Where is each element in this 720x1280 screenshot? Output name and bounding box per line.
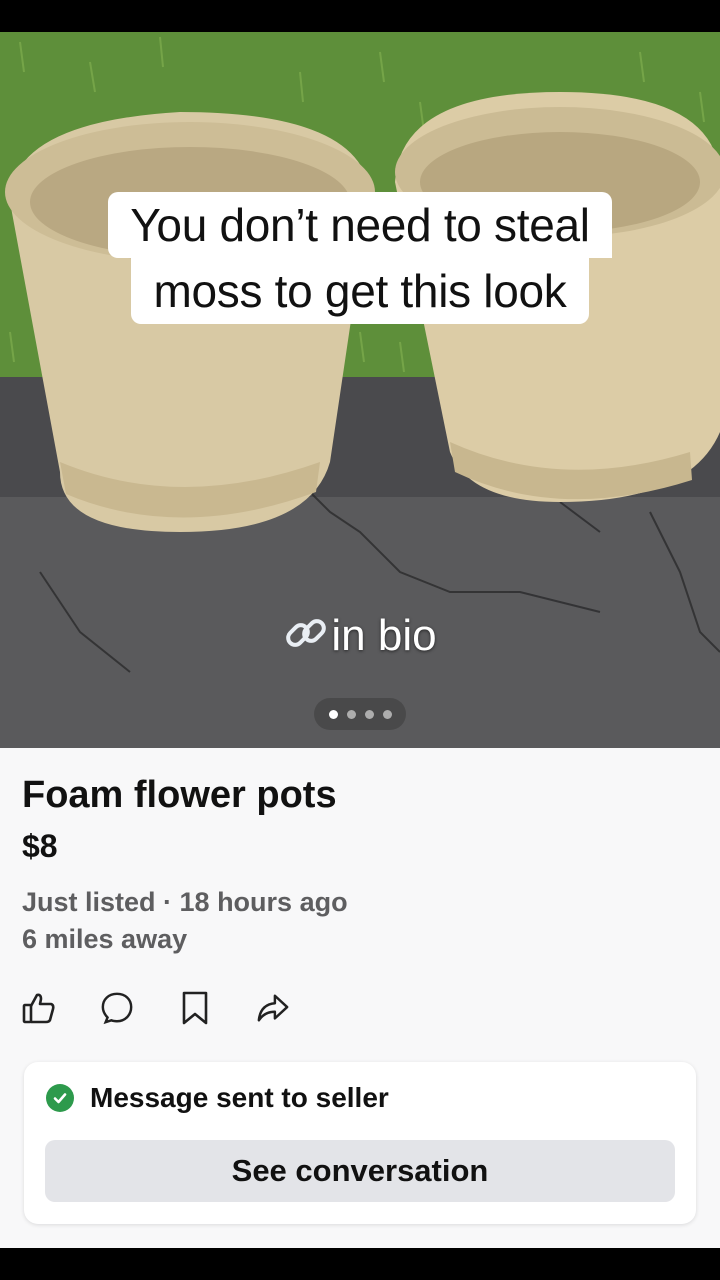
photo-caption: You don’t need to steal moss to get this…	[0, 192, 720, 324]
caption-line-1: You don’t need to steal	[108, 192, 612, 258]
message-status-text: Message sent to seller	[90, 1082, 389, 1113]
listed-time: Just listed · 18 hours ago	[22, 887, 348, 917]
bottom-bar	[0, 1248, 720, 1280]
action-row	[22, 990, 290, 1026]
status-bar	[0, 0, 720, 32]
bookmark-icon	[182, 991, 208, 1025]
message-sent-card: Message sent to seller See conversation	[24, 1062, 696, 1224]
like-icon	[22, 993, 55, 1024]
save-button[interactable]	[178, 990, 212, 1026]
comment-icon	[101, 992, 133, 1025]
distance: 6 miles away	[22, 924, 188, 954]
check-circle-icon	[46, 1084, 74, 1112]
share-button[interactable]	[256, 990, 290, 1026]
page-dot[interactable]	[382, 709, 392, 719]
page-dot[interactable]	[328, 709, 338, 719]
page-dot[interactable]	[346, 709, 356, 719]
photo-pagination[interactable]	[314, 698, 406, 730]
like-button[interactable]	[22, 990, 56, 1026]
see-conversation-button[interactable]: See conversation	[45, 1140, 675, 1202]
link-in-bio-text: in bio	[0, 610, 720, 667]
caption-line-2: moss to get this look	[131, 258, 589, 324]
page-dot[interactable]	[364, 709, 374, 719]
listing-price: $8	[22, 828, 58, 864]
comment-button[interactable]	[100, 990, 134, 1026]
message-status: Message sent to seller	[46, 1082, 389, 1114]
listing-title: Foam flower pots	[22, 774, 337, 816]
listing-meta: Just listed · 18 hours ago 6 miles away	[22, 884, 348, 958]
link-icon	[283, 610, 329, 667]
bio-label: in bio	[331, 611, 437, 661]
share-icon	[257, 994, 289, 1022]
